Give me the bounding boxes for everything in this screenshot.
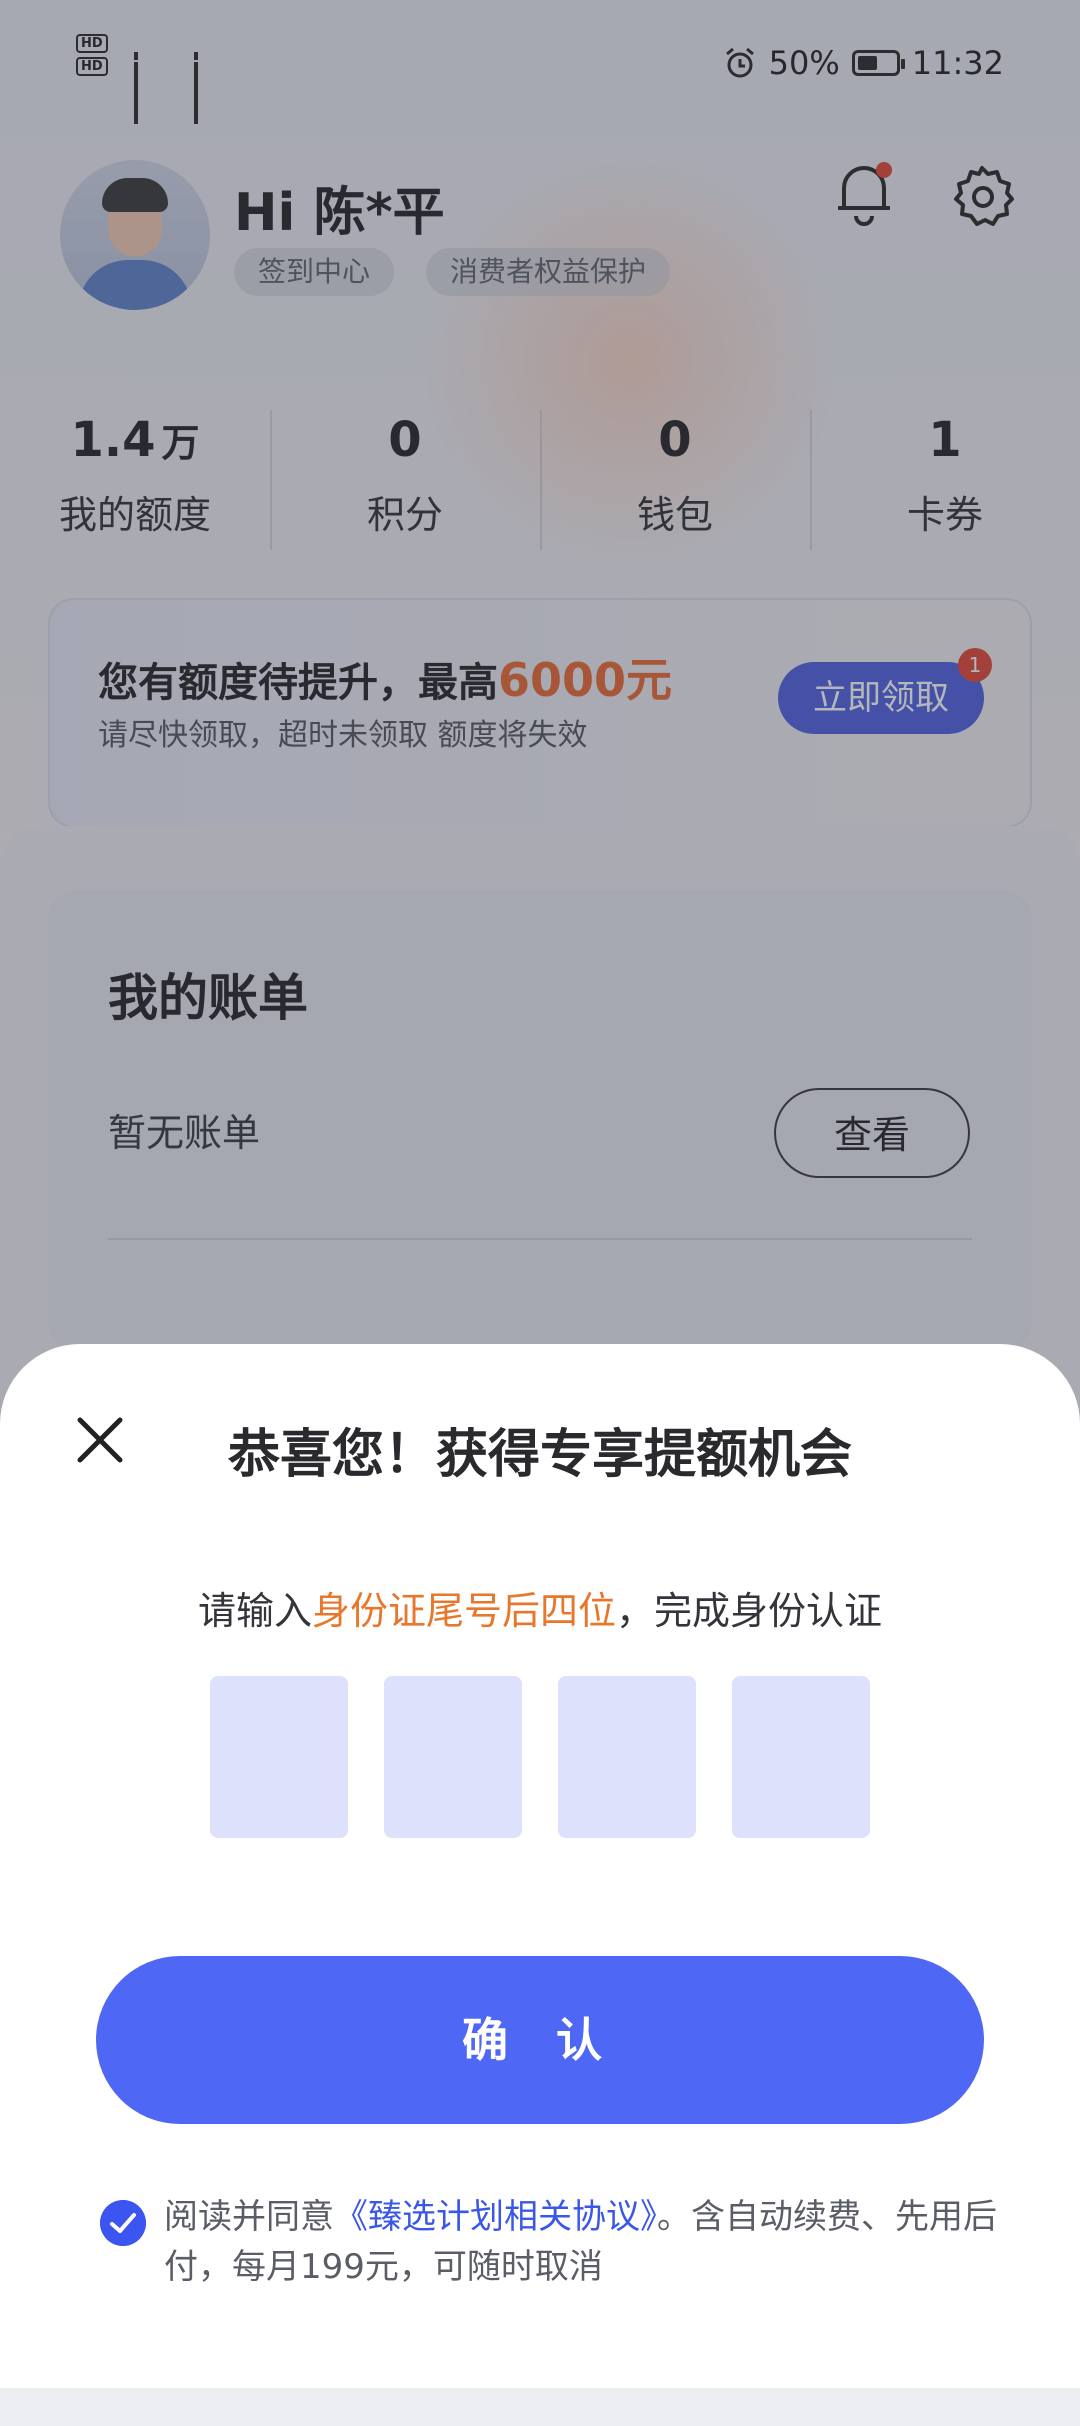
sheet-instruction: 请输入身份证尾号后四位，完成身份认证 bbox=[197, 1589, 883, 1633]
code-input-2[interactable] bbox=[384, 1676, 522, 1838]
agreement-text: 阅读并同意《臻选计划相关协议》。含自动续费、先用后付，每月199元，可随时取消 bbox=[164, 2197, 997, 2287]
agreement-link[interactable]: 《臻选计划相关协议》 bbox=[334, 2197, 657, 2237]
confirm-button[interactable]: 确 认 bbox=[96, 1956, 984, 2124]
id-code-inputs bbox=[210, 1676, 870, 1838]
sheet-title: 恭喜您！获得专享提额机会 bbox=[227, 1425, 852, 1485]
verification-sheet: 恭喜您！获得专享提额机会 请输入身份证尾号后四位，完成身份认证 确 认 阅读并同… bbox=[0, 1344, 1080, 2388]
code-input-3[interactable] bbox=[558, 1676, 696, 1838]
code-input-4[interactable] bbox=[732, 1676, 870, 1838]
code-input-1[interactable] bbox=[210, 1676, 348, 1838]
agreement-checkbox[interactable] bbox=[100, 2200, 146, 2246]
